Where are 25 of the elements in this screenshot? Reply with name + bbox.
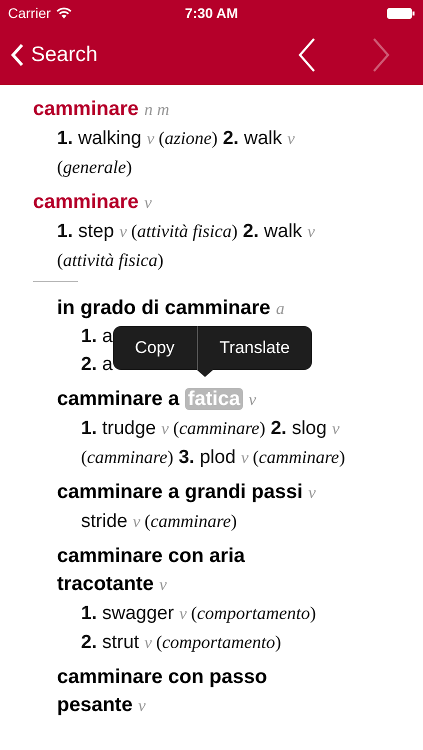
wifi-icon bbox=[56, 7, 72, 19]
headword: camminare a grandi passi v bbox=[57, 480, 316, 505]
menu-item[interactable]: Copy bbox=[112, 326, 197, 370]
battery-icon bbox=[387, 8, 415, 18]
headword: camminare a bbox=[57, 388, 180, 410]
status-time: 7:30 AM bbox=[184, 5, 238, 21]
carrier-label: Carrier bbox=[8, 5, 51, 21]
previous-icon[interactable] bbox=[297, 37, 317, 73]
headword: camminare v bbox=[33, 190, 152, 215]
translation-text: 1. a bbox=[81, 325, 113, 349]
headword: camminare con passo pesante v bbox=[57, 665, 268, 718]
translation-text: 2. strut v (comportamento) bbox=[81, 631, 282, 655]
translation-text: 1. trudge v (camminare) 2. slog v (camminare) 3. plod v (camminare) bbox=[81, 417, 346, 470]
selected-word: fatica bbox=[184, 388, 244, 410]
translation-text: 1. walking v (azione) 2. walk v (generale) bbox=[57, 127, 296, 179]
translation-text: 1. step v (attività fisica) 2. walk v (attività fisica) bbox=[57, 220, 316, 272]
translation-text: stride v (camminare) bbox=[81, 510, 237, 534]
back-button[interactable]: Search bbox=[10, 43, 98, 67]
back-chevron-icon bbox=[10, 43, 24, 67]
part-of-speech: v bbox=[248, 390, 256, 409]
headword: camminare n m bbox=[33, 97, 170, 122]
translation-text: 2. a bbox=[81, 353, 113, 377]
headword: in grado di camminare a bbox=[57, 296, 284, 321]
menu-item[interactable]: Translate bbox=[196, 326, 312, 370]
translation-text: 1. swagger v (comportamento) bbox=[81, 602, 316, 626]
